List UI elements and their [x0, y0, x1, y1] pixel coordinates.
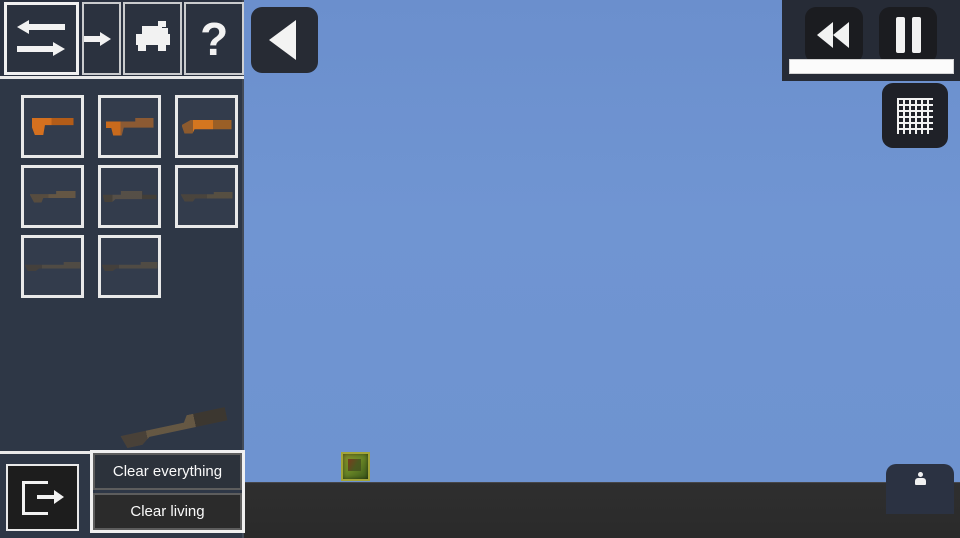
swap-arrows-icon — [17, 19, 66, 58]
spawn-character-button[interactable] — [886, 464, 954, 514]
weapon-slot[interactable] — [98, 95, 161, 158]
weapon-slot[interactable] — [21, 95, 84, 158]
exit-icon — [21, 480, 64, 515]
clear-everything-button[interactable]: Clear everything — [93, 453, 242, 490]
exit-button[interactable] — [6, 464, 79, 531]
vehicle-icon — [132, 20, 174, 57]
weapon-slot[interactable] — [98, 165, 161, 228]
clear-living-button[interactable]: Clear living — [93, 493, 242, 530]
weapon-sprite-carbine — [180, 191, 233, 202]
rewind-button[interactable] — [805, 7, 863, 63]
weapon-sprite-rifle — [29, 190, 76, 203]
question-mark-icon: ? — [200, 12, 229, 65]
weapon-slot[interactable] — [175, 95, 238, 158]
weapon-sprite-smg — [105, 117, 154, 136]
weapon-slot[interactable] — [21, 235, 84, 298]
timeline-slider[interactable] — [789, 59, 954, 74]
weapon-sprite-sniper — [102, 191, 157, 202]
tool-help[interactable]: ? — [184, 2, 245, 75]
crate-object[interactable] — [341, 452, 370, 481]
tool-vehicle[interactable] — [122, 2, 183, 75]
weapon-slot[interactable] — [98, 235, 161, 298]
dragged-weapon-sprite[interactable] — [119, 407, 229, 449]
grid-icon — [897, 97, 933, 134]
weapon-sprite-revolver — [31, 118, 74, 135]
back-button[interactable] — [251, 7, 318, 73]
pause-button[interactable] — [879, 7, 937, 63]
weapon-sprite-marksman — [24, 262, 81, 271]
clear-button-group: Clear everything Clear living — [90, 450, 245, 533]
person-icon — [914, 472, 926, 485]
weapon-sprite-shotgun — [181, 119, 232, 134]
rewind-icon — [817, 22, 849, 48]
sidebar-toolbar: ? — [0, 0, 245, 79]
grid-toggle-button[interactable] — [882, 83, 948, 148]
pause-icon — [895, 17, 921, 53]
tool-swap[interactable] — [4, 2, 79, 75]
weapon-grid — [21, 95, 245, 298]
weapon-sprite-battle-rifle — [101, 262, 158, 271]
arrow-right-icon — [83, 31, 112, 46]
weapon-slot[interactable] — [21, 165, 84, 228]
weapon-slot[interactable] — [175, 165, 238, 228]
tool-move[interactable] — [81, 2, 121, 75]
triangle-left-icon — [269, 20, 296, 60]
